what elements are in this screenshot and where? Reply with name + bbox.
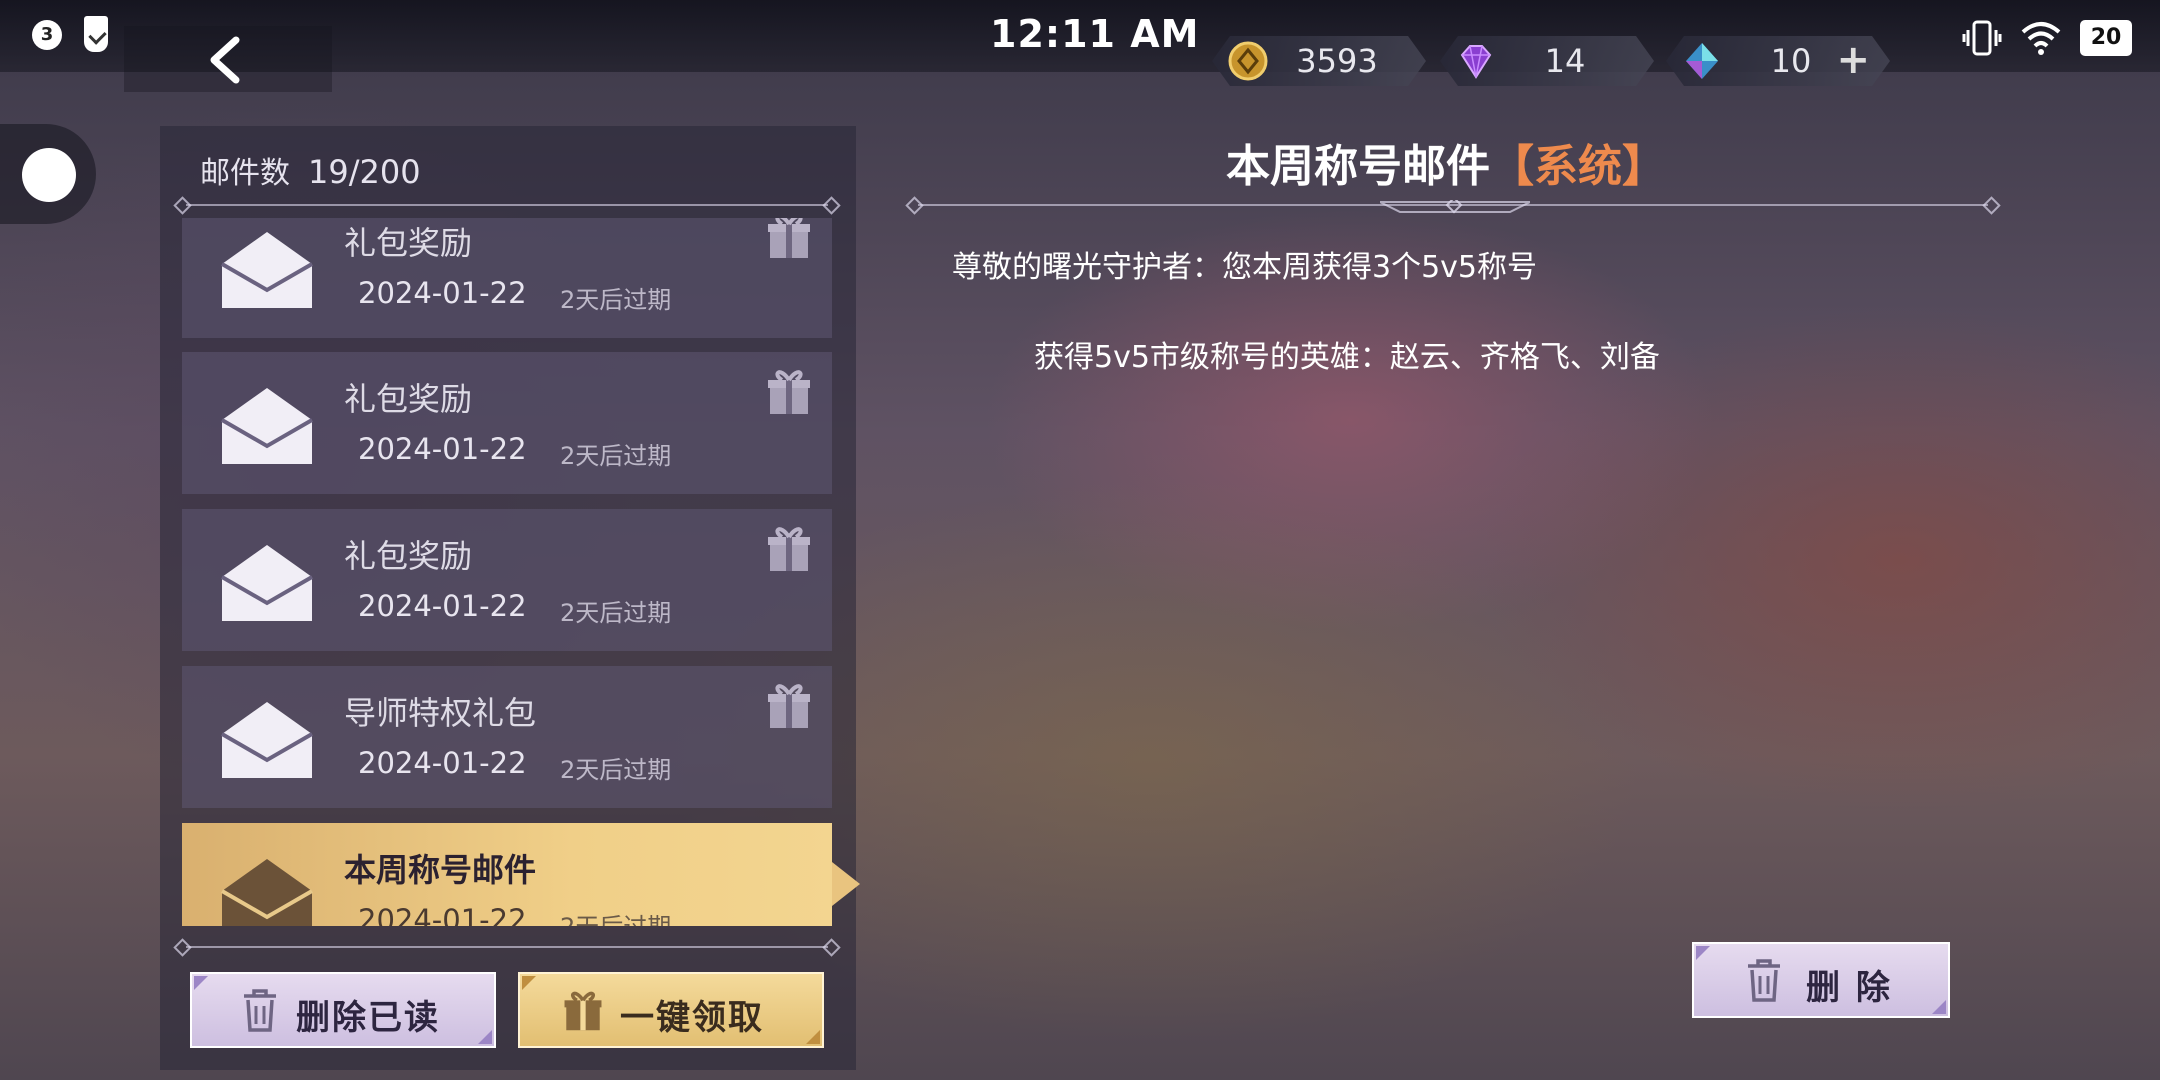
status-indicators: 20 (1962, 18, 2132, 58)
vibrate-icon (1962, 20, 2002, 56)
delete-read-label: 删除已读 (296, 998, 440, 1038)
delete-button[interactable]: 删 除 (1692, 942, 1950, 1018)
gem-amount: 14 (1544, 42, 1586, 80)
gift-icon (768, 370, 810, 414)
mail-expire: 2天后过期 (560, 907, 671, 926)
mail-detail-title: 本周称号邮件【系统】 (1226, 130, 1666, 194)
mail-title: 导师特权礼包 (344, 694, 537, 732)
envelope-icon (220, 388, 314, 464)
mail-body-line-2: 获得5v5市级称号的英雄：赵云、齐格飞、刘备 (1034, 340, 1660, 375)
envelope-icon (220, 702, 314, 778)
trash-icon (244, 989, 276, 1032)
delete-label: 删 除 (1806, 968, 1892, 1008)
back-arrow-icon[interactable] (200, 34, 252, 86)
top-divider (186, 204, 828, 206)
gift-icon (768, 684, 810, 728)
button-corner-decor (478, 1030, 492, 1044)
button-corner-decor (806, 1030, 820, 1044)
mail-item[interactable]: 礼包奖励 2024-01-22 2天后过期 (182, 352, 832, 494)
button-corner-decor (1696, 946, 1710, 960)
mail-title: 本周称号邮件 (344, 851, 537, 889)
battery-level: 20 (2080, 20, 2132, 56)
mail-title: 礼包奖励 (344, 537, 473, 575)
status-time: 12:11 AM (990, 12, 1200, 56)
button-corner-decor (194, 976, 208, 990)
gold-amount: 3593 (1296, 42, 1378, 80)
mail-list-panel: 邮件数 19/200 礼包奖励 2024-01-22 2天后过期 礼包奖励 202… (160, 126, 856, 1070)
wifi-icon (2021, 22, 2061, 55)
mail-date: 2024-01-22 (358, 903, 527, 926)
envelope-icon (220, 232, 314, 308)
gem-currency[interactable]: 14 (1440, 36, 1654, 86)
bottom-divider (186, 946, 828, 948)
mail-date: 2024-01-22 (358, 276, 527, 310)
mail-item-selected[interactable]: 本周称号邮件 2024-01-22 2天后过期 (182, 823, 832, 926)
purple-gem-icon (1456, 41, 1496, 81)
gift-icon (768, 527, 810, 571)
ornament-decor (1380, 200, 1530, 214)
button-corner-decor (522, 976, 536, 990)
mail-expire: 2天后过期 (560, 599, 672, 627)
button-corner-decor (1932, 1000, 1946, 1014)
mail-item[interactable]: 礼包奖励 2024-01-22 2天后过期 (182, 218, 832, 338)
mail-expire: 2天后过期 (560, 442, 672, 470)
mail-count-value: 19/200 (308, 153, 421, 191)
detail-title-text: 本周称号邮件 (1226, 141, 1490, 192)
claim-all-button[interactable]: 一键领取 (518, 972, 824, 1048)
envelope-icon (220, 545, 314, 621)
security-shield-icon (84, 16, 108, 52)
crystal-currency[interactable]: 10 + (1666, 36, 1890, 86)
crystal-amount: 10 (1770, 42, 1812, 80)
mail-title: 礼包奖励 (344, 380, 473, 418)
mail-count-label: 邮件数 (200, 156, 290, 191)
claim-all-label: 一键领取 (620, 998, 764, 1038)
mail-date: 2024-01-22 (358, 746, 527, 780)
mail-date: 2024-01-22 (358, 589, 527, 623)
gift-icon (768, 218, 810, 258)
mail-count: 邮件数 19/200 (200, 148, 421, 192)
gift-icon (564, 991, 602, 1031)
floating-assist-button[interactable] (0, 124, 96, 224)
mail-item[interactable]: 礼包奖励 2024-01-22 2天后过期 (182, 509, 832, 651)
mail-expire: 2天后过期 (560, 756, 672, 784)
trash-icon (1748, 959, 1780, 1002)
mail-body-line-1: 尊敬的曙光守护者：您本周获得3个5v5称号 (952, 250, 1538, 285)
envelope-icon (220, 859, 314, 926)
mail-expire: 2天后过期 (560, 286, 672, 314)
detail-tag: 【系统】 (1490, 141, 1666, 192)
delete-read-button[interactable]: 删除已读 (190, 972, 496, 1048)
mail-date: 2024-01-22 (358, 432, 527, 466)
notification-count-badge: 3 (32, 20, 62, 50)
mail-title: 礼包奖励 (344, 224, 473, 262)
add-crystal-button[interactable]: + (1836, 37, 1870, 83)
mail-list[interactable]: 礼包奖励 2024-01-22 2天后过期 礼包奖励 2024-01-22 2天… (182, 218, 832, 926)
crystal-icon (1682, 41, 1722, 81)
gold-coin-icon (1228, 41, 1268, 81)
mail-item[interactable]: 导师特权礼包 2024-01-22 2天后过期 (182, 666, 832, 808)
gold-currency[interactable]: 3593 (1212, 36, 1426, 86)
